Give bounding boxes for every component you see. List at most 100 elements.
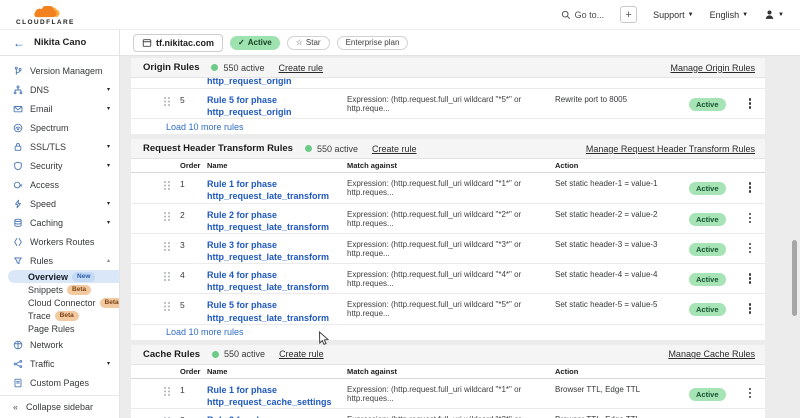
kebab-menu-icon[interactable] (735, 269, 765, 276)
page-icon (12, 378, 23, 388)
kebab-menu-icon[interactable] (735, 239, 765, 246)
domain-selector[interactable]: tf.nikitac.com (133, 34, 223, 52)
rule-name-link[interactable]: Rule 4 for phasehttp_request_late_transf… (207, 269, 347, 293)
goto-label: Go to... (575, 10, 605, 20)
sidebar-item-rules-snippets[interactable]: Snippets Beta (0, 283, 119, 296)
kebab-menu-icon[interactable] (735, 209, 765, 216)
rule-action: Browser TTL, Edge TTL (555, 414, 689, 418)
sidebar-item-security[interactable]: Security▾ (0, 156, 119, 175)
status-cell: Active (689, 384, 735, 402)
sidebar-item-rules-overview[interactable]: Overview New (8, 270, 119, 283)
sidebar-item-version-management[interactable]: Version Management (0, 61, 119, 80)
active-dot-icon (305, 145, 312, 152)
status-cell: Active (689, 94, 735, 112)
drag-handle-icon[interactable] (164, 269, 180, 274)
drag-handle-icon[interactable] (164, 209, 180, 214)
manage-transform-rules-link[interactable]: Manage Request Header Transform Rules (586, 144, 755, 154)
drag-handle-icon[interactable] (164, 239, 180, 244)
chevron-down-icon: ▼ (778, 12, 784, 18)
support-menu[interactable]: Support▼ (653, 10, 693, 20)
rule-name-link[interactable]: Rule 5 for phasehttp_request_origin (207, 94, 347, 118)
beta-badge: Beta (67, 285, 91, 295)
active-dot-icon (212, 351, 219, 358)
website-icon (142, 38, 152, 48)
sidebar-item-rules-cloud-connector[interactable]: Cloud Connector Beta (0, 296, 119, 309)
kebab-menu-icon[interactable] (735, 384, 765, 391)
kebab-menu-icon[interactable] (735, 299, 765, 306)
rule-expression: Expression: (http.request.full_uri wildc… (347, 209, 555, 228)
sidebar-item-network[interactable]: Network (0, 335, 119, 354)
rule-order: 1 (180, 384, 207, 395)
kebab-menu-icon[interactable] (735, 178, 765, 185)
shield-icon (12, 161, 23, 171)
manage-cache-rules-link[interactable]: Manage Cache Rules (668, 349, 755, 359)
sidebar-item-rules[interactable]: Rules▴ (0, 251, 119, 270)
rule-action: Set static header-2 = value-2 (555, 209, 689, 219)
create-rule-link[interactable]: Create rule (279, 63, 324, 73)
load-more-link[interactable]: Load 10 more rules (131, 119, 765, 134)
manage-origin-rules-link[interactable]: Manage Origin Rules (670, 63, 755, 73)
rule-name-link[interactable]: Rule 2 for phasehttp_request_cache_setti… (207, 414, 347, 418)
active-count: 550 active (317, 144, 358, 154)
sidebar-item-speed[interactable]: Speed▾ (0, 194, 119, 213)
database-icon (12, 218, 23, 228)
sidebar-item-traffic[interactable]: Traffic▾ (0, 354, 119, 373)
rule-order: 3 (180, 239, 207, 250)
table-row-partial: http_request_origin (131, 78, 765, 89)
col-match: Match against (347, 367, 555, 376)
sidebar-item-dns[interactable]: DNS▾ (0, 80, 119, 99)
table-header-row: Order Name Match against Action (131, 159, 765, 173)
transform-rules-header: Request Header Transform Rules 550 activ… (131, 139, 765, 159)
kebab-menu-icon[interactable] (735, 414, 765, 418)
create-rule-link[interactable]: Create rule (372, 144, 417, 154)
add-site-button[interactable]: + (620, 6, 637, 23)
table-row: 2 Rule 2 for phasehttp_request_cache_set… (131, 409, 765, 418)
branch-icon (12, 66, 23, 76)
collapse-sidebar-button[interactable]: « Collapse sidebar (0, 395, 119, 418)
cloudflare-dashboard: CLOUDFLARE Go to... + Support▼ English▼ … (0, 0, 800, 418)
language-menu[interactable]: English▼ (710, 10, 748, 20)
sidebar-item-workers-routes[interactable]: Workers Routes (0, 232, 119, 251)
spectrum-icon (12, 123, 23, 133)
load-more-link[interactable]: Load 10 more rules (131, 325, 765, 340)
drag-handle-icon[interactable] (164, 178, 180, 183)
support-label: Support (653, 10, 685, 20)
sidebar-item-spectrum[interactable]: Spectrum (0, 118, 119, 137)
account-breadcrumb[interactable]: ← Nikita Cano (0, 30, 120, 55)
sidebar-item-access[interactable]: Access (0, 175, 119, 194)
back-arrow-icon[interactable]: ← (13, 37, 25, 49)
rules-overview-content: Origin Rules 550 active Create rule Mana… (120, 56, 800, 418)
scrollbar-thumb[interactable] (792, 240, 797, 316)
create-rule-link[interactable]: Create rule (279, 349, 324, 359)
goto-search[interactable]: Go to... (561, 10, 605, 20)
rule-name-link[interactable]: Rule 3 for phasehttp_request_late_transf… (207, 239, 347, 263)
user-menu[interactable]: ▼ (764, 9, 784, 20)
drag-handle-icon[interactable] (164, 384, 180, 389)
rule-action: Rewrite port to 8005 (555, 94, 689, 104)
sidebar-item-ssl-tls[interactable]: SSL/TLS▾ (0, 137, 119, 156)
zone-status-badge: ✓Active (230, 36, 280, 50)
star-icon: ☆ (296, 38, 303, 47)
sidebar-item-caching[interactable]: Caching▾ (0, 213, 119, 232)
star-button[interactable]: ☆Star (287, 36, 330, 50)
rule-name-link[interactable]: Rule 2 for phasehttp_request_late_transf… (207, 209, 347, 233)
origin-rules-section: Origin Rules 550 active Create rule Mana… (131, 58, 765, 134)
cloudflare-logo[interactable]: CLOUDFLARE (16, 6, 75, 26)
sidebar: Version Management DNS▾ Email▾ Spectrum … (0, 56, 120, 418)
drag-handle-icon[interactable] (164, 299, 180, 304)
rule-name-link[interactable]: Rule 1 for phasehttp_request_late_transf… (207, 178, 347, 202)
drag-handle-icon[interactable] (164, 414, 180, 418)
sidebar-item-custom-pages[interactable]: Custom Pages (0, 373, 119, 392)
kebab-menu-icon[interactable] (735, 94, 765, 101)
status-badge: Active (689, 303, 726, 316)
rule-name-link[interactable]: Rule 1 for phasehttp_request_cache_setti… (207, 384, 347, 408)
sidebar-item-rules-page-rules[interactable]: Page Rules (0, 322, 119, 335)
sidebar-item-email[interactable]: Email▾ (0, 99, 119, 118)
origin-rules-header: Origin Rules 550 active Create rule Mana… (131, 58, 765, 78)
rule-name-link[interactable]: http_request_origin (207, 78, 765, 86)
rule-name-link[interactable]: Rule 5 for phasehttp_request_late_transf… (207, 299, 347, 323)
drag-handle-icon[interactable] (164, 94, 180, 99)
sidebar-item-rules-trace[interactable]: Trace Beta (0, 309, 119, 322)
rule-order: 2 (180, 209, 207, 220)
section-title: Request Header Transform Rules (143, 143, 293, 154)
